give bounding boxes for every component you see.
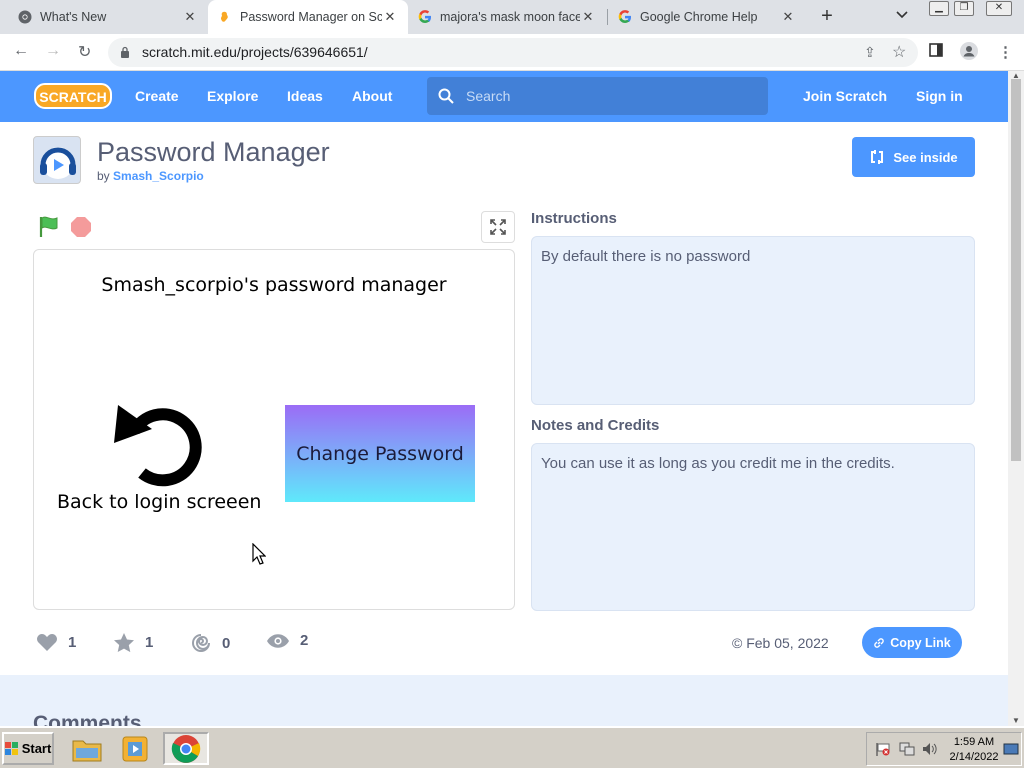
back-to-login-button[interactable]: Back to login screeen <box>57 491 261 513</box>
url-text[interactable]: scratch.mit.edu/projects/639646651/ <box>142 44 368 60</box>
browser-tab-strip: What's New ✕ Password Manager on Sc ✕ ma… <box>0 0 1024 34</box>
google-icon <box>418 10 432 24</box>
network-icon[interactable] <box>899 742 915 756</box>
remix-arrows-icon <box>871 150 884 164</box>
see-inside-button[interactable]: See inside <box>852 137 975 177</box>
bookmark-star-icon[interactable]: ☆ <box>892 42 906 62</box>
google-icon <box>618 10 632 24</box>
author-link[interactable]: Smash_Scorpio <box>113 169 204 183</box>
close-tab-icon[interactable]: ✕ <box>182 9 198 25</box>
project-stage[interactable]: Smash_scorpio's password manager Back to… <box>33 249 515 610</box>
search-input[interactable]: Search <box>427 77 768 115</box>
copy-link-button[interactable]: Copy Link <box>862 627 962 658</box>
media-player-icon[interactable] <box>116 732 154 765</box>
notes-heading: Notes and Credits <box>531 417 660 434</box>
sign-in-link[interactable]: Sign in <box>916 88 963 104</box>
heart-icon <box>37 634 57 651</box>
close-tab-icon[interactable]: ✕ <box>382 9 398 25</box>
minimize-button[interactable]: ▁ <box>929 1 949 16</box>
tab-search-button[interactable] <box>896 8 908 22</box>
nav-create[interactable]: Create <box>135 88 179 104</box>
spiral-icon <box>192 634 210 652</box>
notes-text: You can use it as long as you credit me … <box>541 455 895 472</box>
tab-whats-new[interactable]: What's New ✕ <box>8 0 208 34</box>
close-tab-icon[interactable]: ✕ <box>780 9 796 25</box>
nav-ideas[interactable]: Ideas <box>287 88 323 104</box>
search-icon <box>438 88 454 104</box>
fullscreen-button[interactable] <box>481 211 515 243</box>
file-explorer-icon[interactable] <box>68 732 106 765</box>
system-tray: 1:59 AM 2/14/2022 <box>866 732 1022 766</box>
scratch-logo[interactable]: SCRATCH <box>34 81 112 111</box>
join-scratch-link[interactable]: Join Scratch <box>803 88 887 104</box>
kebab-menu-icon[interactable]: ⋮ <box>998 43 1013 61</box>
undo-arrow-icon[interactable] <box>114 401 202 489</box>
instructions-text: By default there is no password <box>541 248 751 265</box>
tab-password-manager[interactable]: Password Manager on Sc ✕ <box>208 0 408 34</box>
forward-arrow-icon[interactable]: → <box>45 42 61 60</box>
scratch-icon <box>218 10 232 24</box>
show-desktop-icon[interactable] <box>1003 742 1019 756</box>
close-tab-icon[interactable]: ✕ <box>580 9 596 25</box>
side-panel-icon[interactable] <box>929 43 943 61</box>
eye-icon <box>267 633 289 648</box>
browser-toolbar: ← → ↻ scratch.mit.edu/projects/639646651… <box>0 34 1024 71</box>
comments-heading: Comments <box>33 712 142 726</box>
chrome-taskbar-icon[interactable] <box>163 732 209 765</box>
chevron-down-icon <box>896 11 908 19</box>
os-taskbar: Start 1:59 AM 2/14/2022 <box>0 726 1024 768</box>
love-stat[interactable]: 1 <box>36 632 76 652</box>
back-arrow-icon[interactable]: ← <box>13 42 29 60</box>
share-icon[interactable]: ⇪ <box>864 44 876 61</box>
headphones-icon <box>40 147 76 179</box>
scrollbar-thumb[interactable] <box>1011 79 1021 461</box>
restore-button[interactable]: ❐ <box>954 1 974 16</box>
stop-icon[interactable] <box>71 217 91 237</box>
scratch-header: SCRATCH Create Explore Ideas About Searc… <box>0 71 1008 122</box>
notes-box: You can use it as long as you credit me … <box>531 443 975 611</box>
project-thumbnail <box>33 136 81 184</box>
windows-logo-icon <box>4 741 18 755</box>
change-password-button[interactable]: Change Password <box>285 405 475 502</box>
instructions-heading: Instructions <box>531 210 617 227</box>
project-title: Password Manager <box>97 137 330 167</box>
system-clock[interactable]: 1:59 AM 2/14/2022 <box>949 735 999 765</box>
star-icon <box>114 633 134 653</box>
lock-icon <box>121 46 129 58</box>
fullscreen-icon <box>490 219 506 235</box>
start-button[interactable]: Start <box>2 732 54 765</box>
address-bar[interactable]: scratch.mit.edu/projects/639646651/ ⇪ ☆ <box>108 38 918 67</box>
nav-explore[interactable]: Explore <box>207 88 258 104</box>
views-stat: 2 <box>266 632 308 649</box>
project-byline: by Smash_Scorpio <box>97 169 204 183</box>
svg-text:SCRATCH: SCRATCH <box>39 89 106 105</box>
share-date: © Feb 05, 2022 <box>732 635 829 651</box>
instructions-box: By default there is no password <box>531 236 975 405</box>
chrome-icon <box>18 10 32 24</box>
nav-about[interactable]: About <box>352 88 392 104</box>
search-placeholder: Search <box>466 88 511 104</box>
scroll-down-arrow-icon[interactable]: ▼ <box>1012 716 1020 725</box>
new-tab-button[interactable]: + <box>815 5 839 29</box>
security-flag-icon[interactable] <box>875 742 891 756</box>
close-window-button[interactable]: ✕ <box>986 1 1012 16</box>
link-icon <box>874 637 885 648</box>
stage-title-text: Smash_scorpio's password manager <box>101 274 447 296</box>
page-scrollbar[interactable]: ▲ ▼ <box>1008 71 1024 726</box>
mouse-cursor-icon <box>252 543 266 565</box>
reload-icon[interactable]: ↻ <box>78 42 91 62</box>
green-flag-icon[interactable] <box>39 216 59 238</box>
favorite-stat[interactable]: 1 <box>113 632 153 653</box>
comments-section: Comments <box>0 675 1008 726</box>
remix-stat: 0 <box>190 632 230 654</box>
volume-icon[interactable] <box>922 742 938 756</box>
tab-majoras-mask[interactable]: majora's mask moon face ✕ <box>408 0 606 34</box>
profile-avatar-icon[interactable] <box>960 42 978 64</box>
tab-chrome-help[interactable]: Google Chrome Help ✕ <box>608 0 806 34</box>
